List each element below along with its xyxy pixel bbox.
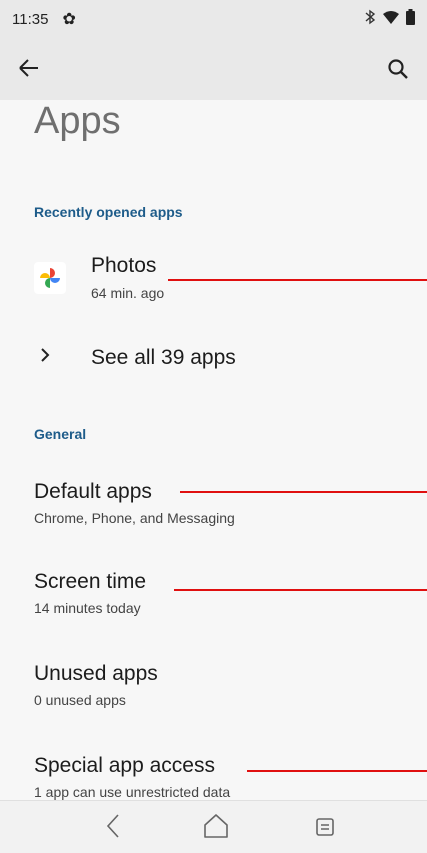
settings-gear-icon: ✿ <box>62 11 76 28</box>
page-title: Apps <box>34 100 121 142</box>
see-all-apps-label: See all 39 apps <box>91 346 236 369</box>
unused-apps-subtitle: 0 unused apps <box>34 692 126 708</box>
recents-nav-icon[interactable] <box>315 813 335 844</box>
app-toolbar <box>0 38 427 100</box>
section-header-recent: Recently opened apps <box>34 204 183 220</box>
screen-time-title: Screen time <box>34 570 147 593</box>
special-app-access-subtitle: 1 app can use unrestricted data <box>34 784 231 800</box>
back-nav-icon[interactable] <box>105 813 121 844</box>
unused-apps-row[interactable]: Unused apps 0 unused apps <box>0 652 427 722</box>
app-last-opened: 64 min. ago <box>91 285 165 301</box>
default-apps-subtitle: Chrome, Phone, and Messaging <box>34 510 235 526</box>
annotation-line <box>247 770 427 772</box>
screen-time-row[interactable]: Screen time 14 minutes today <box>0 560 427 630</box>
section-header-general: General <box>34 426 87 442</box>
search-icon[interactable] <box>387 58 409 80</box>
wifi-icon <box>383 10 399 28</box>
special-app-access-title: Special app access <box>34 754 215 777</box>
app-name: Photos <box>91 254 157 277</box>
status-bar: 11:35 ✿ <box>0 0 427 38</box>
status-time: 11:35 <box>12 10 49 28</box>
home-nav-icon[interactable] <box>203 813 229 844</box>
screen-time-subtitle: 14 minutes today <box>34 600 141 616</box>
chevron-right-icon <box>40 346 50 369</box>
settings-content[interactable]: Apps Recently opened apps Photos 64 min.… <box>0 100 427 800</box>
system-nav-bar <box>0 800 427 853</box>
unused-apps-title: Unused apps <box>34 662 158 685</box>
special-app-access-row[interactable]: Special app access 1 app can use unrestr… <box>0 744 427 800</box>
annotation-line <box>168 279 427 281</box>
battery-icon <box>406 9 415 29</box>
annotation-line <box>174 589 427 591</box>
see-all-apps-row[interactable]: See all 39 apps <box>0 336 427 384</box>
bluetooth-icon <box>364 9 376 29</box>
annotation-line <box>180 491 427 493</box>
status-icons <box>364 9 415 29</box>
google-photos-icon <box>34 262 66 294</box>
back-arrow-icon[interactable] <box>18 56 40 82</box>
default-apps-row[interactable]: Default apps Chrome, Phone, and Messagin… <box>0 470 427 540</box>
recent-app-photos[interactable]: Photos 64 min. ago <box>0 238 427 314</box>
